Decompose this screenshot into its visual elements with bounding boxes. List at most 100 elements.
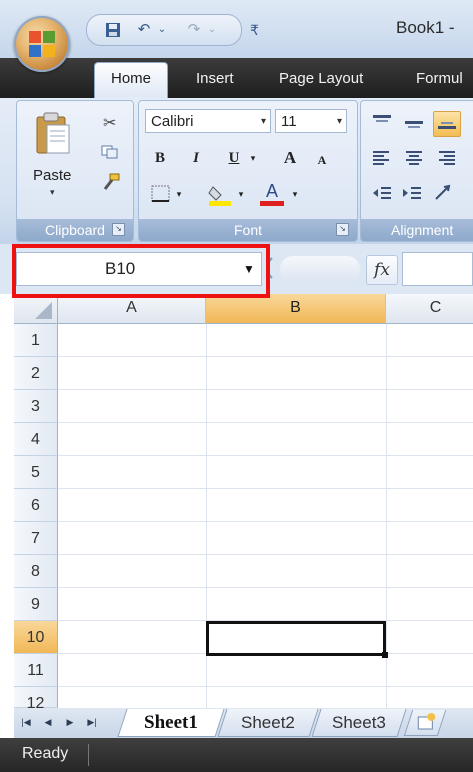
active-cell[interactable]	[206, 621, 386, 656]
undo-icon[interactable]: ↶	[133, 19, 155, 41]
underline-dropdown-icon[interactable]: ▾	[247, 145, 259, 171]
font-color-icon[interactable]: A	[259, 181, 285, 207]
insert-sheet-icon	[417, 713, 436, 730]
align-center-icon[interactable]	[401, 145, 427, 169]
row-gridline	[58, 521, 473, 522]
column-header-a[interactable]: A	[58, 294, 206, 324]
column-header-c[interactable]: C	[386, 294, 473, 324]
clipboard-label-text: Clipboard	[45, 222, 105, 238]
borders-icon[interactable]	[151, 185, 171, 203]
row-header-11[interactable]: 11	[14, 654, 58, 687]
font-size-combo[interactable]: 11 ▾	[275, 109, 347, 133]
fill-handle[interactable]	[382, 652, 388, 658]
status-bar	[0, 738, 473, 772]
cut-icon[interactable]: ✂	[103, 113, 116, 133]
sheet2-label: Sheet2	[241, 713, 295, 732]
row-header-6[interactable]: 6	[14, 489, 58, 522]
font-group-label: Font	[139, 219, 357, 241]
row-gridline	[58, 686, 473, 687]
redo-icon[interactable]: ↷	[183, 19, 205, 41]
paste-icon[interactable]	[35, 111, 71, 157]
undo-dropdown-icon[interactable]: ⌄	[155, 19, 169, 41]
row-gridline	[58, 422, 473, 423]
prev-sheet-icon[interactable]: ◀	[40, 714, 56, 730]
paste-dropdown-icon[interactable]: ▾	[50, 187, 55, 198]
alignment-group-label: Alignment	[361, 219, 473, 241]
font-color-dropdown-icon[interactable]: ▾	[289, 181, 301, 207]
sheet-tab-sheet3[interactable]: Sheet3	[311, 709, 407, 737]
font-name-dropdown-icon[interactable]: ▾	[261, 110, 266, 134]
row-header-3[interactable]: 3	[14, 390, 58, 423]
formula-bar-buttons-area	[280, 256, 360, 282]
format-painter-icon[interactable]	[101, 173, 121, 191]
alignment-group: Alignment	[360, 100, 473, 242]
redo-dropdown-icon[interactable]: ⌄	[205, 19, 219, 41]
row-header-7[interactable]: 7	[14, 522, 58, 555]
tab-page-layout[interactable]: Page Layout	[279, 66, 363, 96]
sheet3-label: Sheet3	[332, 713, 386, 732]
row-header-1[interactable]: 1	[14, 324, 58, 357]
align-top-icon[interactable]	[369, 111, 395, 135]
font-color-letter: A	[265, 181, 278, 201]
row-header-12[interactable]: 12	[14, 687, 58, 712]
font-name-combo[interactable]: Calibri ▾	[145, 109, 271, 133]
borders-dropdown-icon[interactable]: ▾	[173, 181, 185, 207]
decrease-indent-icon[interactable]	[369, 181, 395, 205]
grow-font-button[interactable]: A	[279, 145, 301, 171]
row-gridline	[58, 389, 473, 390]
office-logo-icon	[29, 31, 55, 57]
save-icon[interactable]	[103, 19, 123, 41]
tab-home[interactable]: Home	[94, 62, 168, 99]
office-button[interactable]	[14, 16, 70, 72]
clipboard-launcher-icon[interactable]: ↘	[112, 223, 125, 236]
row-header-4[interactable]: 4	[14, 423, 58, 456]
row-gridline	[58, 488, 473, 489]
bold-button[interactable]: B	[149, 145, 171, 171]
row-header-8[interactable]: 8	[14, 555, 58, 588]
column-gridline	[386, 324, 387, 708]
sheet-tab-sheet2[interactable]: Sheet2	[217, 709, 319, 737]
font-name-value: Calibri	[151, 113, 194, 130]
status-text: Ready	[22, 745, 69, 762]
insert-function-button[interactable]: fx	[366, 255, 398, 285]
font-launcher-icon[interactable]: ↘	[336, 223, 349, 236]
font-size-dropdown-icon[interactable]: ▾	[337, 110, 342, 134]
row-header-5[interactable]: 5	[14, 456, 58, 489]
underline-button[interactable]: U	[223, 145, 245, 171]
row-header-9[interactable]: 9	[14, 588, 58, 621]
align-left-icon[interactable]	[369, 145, 395, 169]
row-gridline	[58, 587, 473, 588]
align-bottom-icon[interactable]	[433, 111, 461, 137]
row-header-10[interactable]: 10	[14, 621, 58, 654]
font-size-value: 11	[281, 113, 297, 130]
first-sheet-icon[interactable]: |◀	[18, 714, 34, 730]
customize-qat-icon[interactable]: ₹	[250, 22, 259, 39]
status-divider	[88, 744, 89, 766]
shrink-font-button[interactable]: A	[311, 147, 333, 173]
tab-formulas[interactable]: Formul	[416, 66, 463, 96]
sheet1-label: Sheet1	[144, 712, 198, 733]
ribbon-tab-bar	[0, 58, 473, 98]
tab-insert[interactable]: Insert	[196, 66, 234, 96]
formula-input[interactable]	[402, 252, 473, 286]
next-sheet-icon[interactable]: ▶	[62, 714, 78, 730]
orientation-icon[interactable]	[431, 181, 457, 205]
fill-color-dropdown-icon[interactable]: ▾	[235, 181, 247, 207]
align-right-icon[interactable]	[433, 145, 459, 169]
row-header-2[interactable]: 2	[14, 357, 58, 390]
font-label-text: Font	[233, 222, 262, 238]
row-gridline	[58, 554, 473, 555]
italic-button[interactable]: I	[185, 145, 207, 171]
align-middle-icon[interactable]	[401, 111, 427, 135]
increase-indent-icon[interactable]	[399, 181, 425, 205]
column-header-b[interactable]: B	[206, 294, 386, 324]
font-group: Calibri ▾ 11 ▾ B I U ▾ A A ▾ ▾ A ▾ Font …	[138, 100, 358, 242]
row-gridline	[58, 455, 473, 456]
sheet-tab-sheet1[interactable]: Sheet1	[117, 709, 225, 737]
copy-icon[interactable]	[101, 145, 119, 159]
fill-color-icon[interactable]	[207, 183, 233, 207]
paste-label[interactable]: Paste	[33, 167, 71, 184]
select-all-corner[interactable]	[14, 294, 58, 324]
last-sheet-icon[interactable]: ▶|	[84, 714, 100, 730]
name-box-highlight	[12, 244, 270, 298]
